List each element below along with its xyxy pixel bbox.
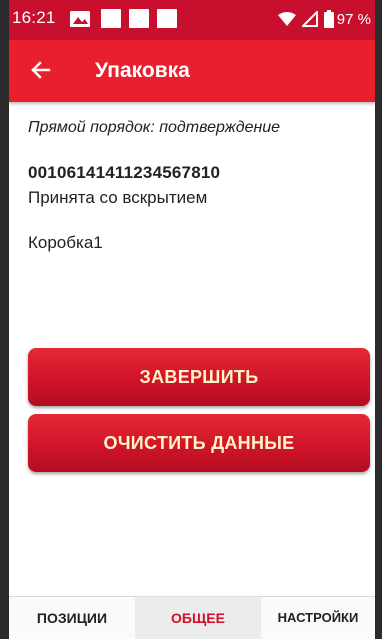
notification-icon — [157, 9, 177, 28]
tab-settings[interactable]: НАСТРОЙКИ — [261, 597, 375, 639]
notification-icon — [101, 9, 121, 28]
package-code: 00106141411234567810 — [28, 163, 221, 182]
notification-icon — [129, 9, 149, 28]
image-notification-icon — [70, 11, 90, 27]
battery-icon — [323, 10, 334, 28]
signal-icon — [301, 11, 318, 27]
tab-positions[interactable]: ПОЗИЦИИ — [9, 597, 135, 639]
box-name: Коробка1 — [28, 233, 103, 252]
page-title: Упаковка — [95, 59, 190, 82]
finish-button[interactable]: ЗАВЕРШИТЬ — [28, 348, 370, 406]
arrow-left-icon[interactable] — [31, 60, 51, 80]
status-right: 97 % — [277, 6, 371, 32]
status-time: 16:21 — [12, 8, 56, 27]
app-bar: Упаковка — [9, 40, 375, 102]
battery-level: 97 % — [336, 10, 371, 28]
clear-data-button[interactable]: ОЧИСТИТЬ ДАННЫЕ — [28, 414, 370, 472]
package-status: Принята со вскрытием — [28, 188, 208, 207]
tab-general[interactable]: ОБЩЕЕ — [135, 597, 261, 639]
phone-screen: 16:21 97 % Упаковка Прямой порядок: подт… — [9, 0, 375, 639]
status-bar: 16:21 97 % — [9, 0, 375, 40]
bottom-tab-bar: ПОЗИЦИИ ОБЩЕЕ НАСТРОЙКИ — [9, 597, 375, 639]
order-mode-text: Прямой порядок: подтверждение — [28, 119, 281, 136]
wifi-icon — [277, 12, 296, 26]
